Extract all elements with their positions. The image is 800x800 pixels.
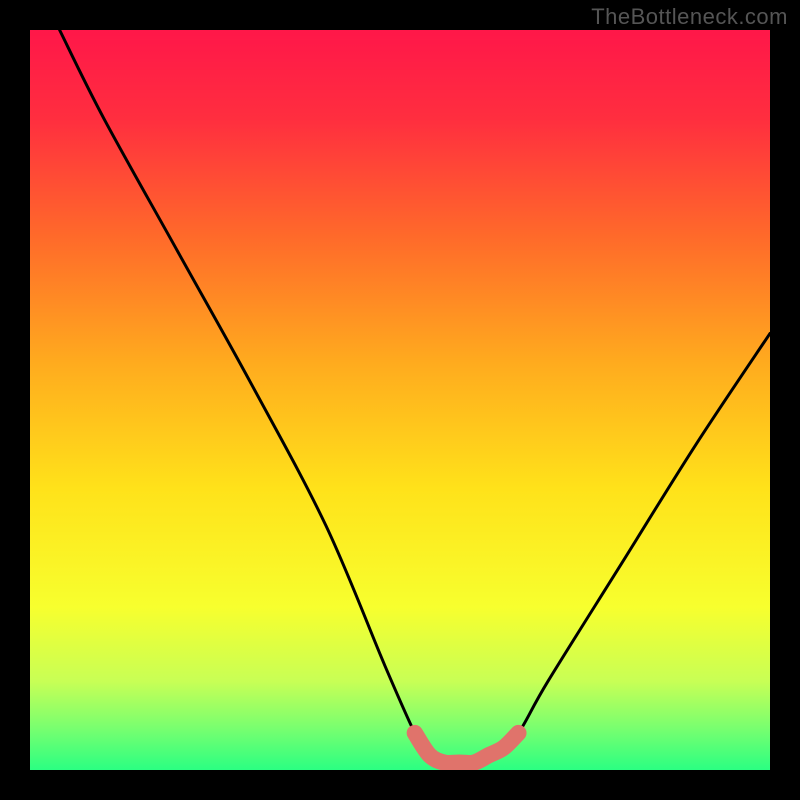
watermark-label: TheBottleneck.com	[591, 4, 788, 30]
chart-frame: TheBottleneck.com	[0, 0, 800, 800]
plot-area	[30, 30, 770, 770]
bottleneck-curve	[60, 30, 770, 764]
flat-bottom-highlight	[415, 733, 519, 763]
curve-layer	[30, 30, 770, 770]
